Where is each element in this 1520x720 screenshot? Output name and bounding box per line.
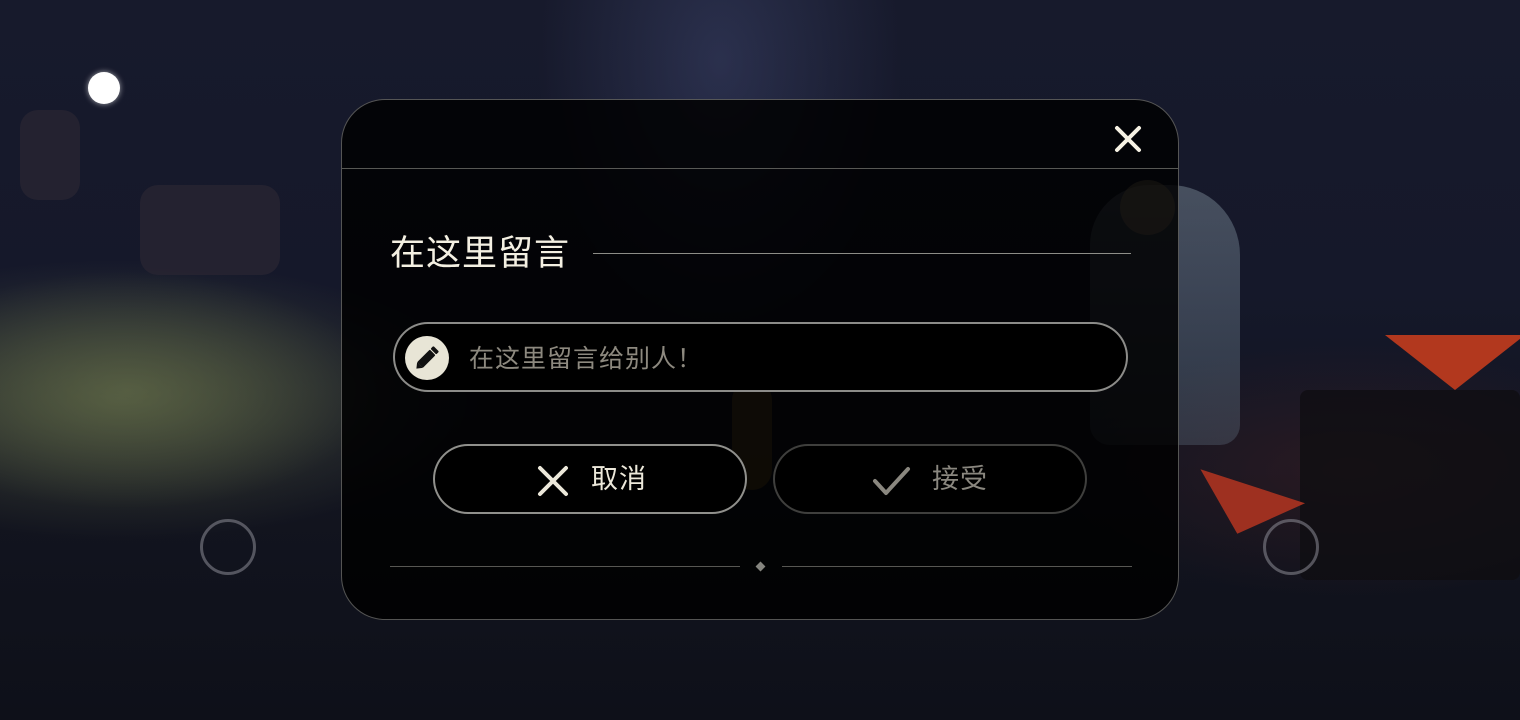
footer-diamond-ornament xyxy=(755,561,766,572)
message-input-field[interactable] xyxy=(393,322,1128,392)
footer-divider-right xyxy=(782,566,1132,567)
glowing-grass-area xyxy=(0,270,380,510)
x-icon xyxy=(538,466,568,496)
checkmark-icon xyxy=(873,467,910,495)
dialog-title: 在这里留言 xyxy=(390,234,571,274)
accept-button[interactable]: 接受 xyxy=(773,444,1087,514)
message-dialog: 在这里留言 取消 接受 xyxy=(341,99,1179,620)
footer-divider-left xyxy=(390,566,740,567)
close-icon xyxy=(1115,126,1141,152)
dark-crate xyxy=(1300,390,1520,580)
accept-button-label: 接受 xyxy=(932,464,988,495)
left-joystick-ring[interactable] xyxy=(200,519,256,575)
paper-boat xyxy=(1385,335,1520,390)
right-joystick-ring[interactable] xyxy=(1263,519,1319,575)
header-divider xyxy=(342,168,1178,169)
cancel-button[interactable]: 取消 xyxy=(433,444,747,514)
message-input[interactable] xyxy=(467,336,1111,380)
white-orb-indicator xyxy=(88,72,120,104)
pencil-icon xyxy=(405,336,449,380)
cancel-button-label: 取消 xyxy=(591,464,647,495)
rock-formation xyxy=(140,185,280,275)
title-divider xyxy=(593,253,1131,254)
rock-formation xyxy=(20,110,80,200)
close-button[interactable] xyxy=(1111,122,1145,156)
